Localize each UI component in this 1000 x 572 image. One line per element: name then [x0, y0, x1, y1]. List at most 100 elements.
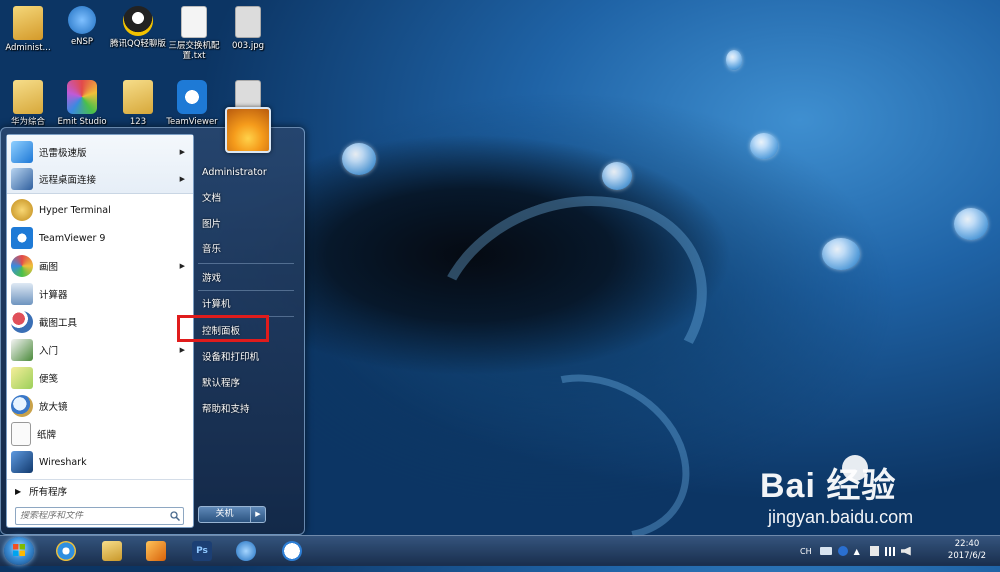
start-search-box[interactable]	[15, 507, 184, 525]
start-button[interactable]	[4, 537, 34, 565]
start-item-teamviewer[interactable]: TeamViewer 9	[7, 225, 193, 251]
desktop-icon-label: 华为综合	[10, 117, 45, 127]
text-file-icon	[181, 6, 207, 38]
teamviewer-icon	[177, 80, 207, 114]
start-item-label: 远程桌面连接	[39, 175, 97, 186]
water-drop	[822, 238, 860, 270]
taskbar-ensp-button[interactable]	[226, 538, 266, 564]
water-drop	[602, 162, 632, 190]
desktop-icon[interactable]: Administ...	[0, 6, 56, 53]
ensp-icon	[68, 6, 96, 34]
search-input[interactable]	[16, 511, 170, 521]
start-right-label: Administrator	[202, 166, 267, 178]
start-item-paint[interactable]: 画图 ▶	[7, 253, 193, 279]
clock-time: 22:40	[954, 539, 980, 549]
emit-studio-icon	[67, 80, 97, 114]
desktop-icon-label: Emit Studio	[57, 117, 107, 127]
start-item-magnifier[interactable]: 放大镜	[7, 393, 193, 419]
folder-icon	[13, 80, 43, 114]
calculator-icon	[11, 283, 33, 305]
taskbar-media-player-button[interactable]	[136, 538, 176, 564]
watermark-url: jingyan.baidu.com	[768, 507, 914, 527]
start-item-wireshark[interactable]: Wireshark	[7, 449, 193, 475]
action-center-flag-icon[interactable]	[869, 546, 879, 556]
internet-explorer-icon	[56, 541, 76, 561]
start-item-snipping-tool[interactable]: 截图工具	[7, 309, 193, 335]
start-item-thunder[interactable]: 迅雷极速版 ▶	[7, 139, 193, 165]
solitaire-icon	[11, 422, 31, 446]
hyper-terminal-icon	[11, 199, 33, 221]
start-right-music[interactable]: 音乐	[198, 237, 294, 259]
help-icon[interactable]	[837, 546, 848, 556]
start-item-label: 便笺	[39, 374, 59, 385]
photoshop-icon: Ps	[192, 541, 212, 561]
start-right-games[interactable]: 游戏	[198, 266, 294, 288]
desktop-icon[interactable]: Emit Studio	[54, 80, 110, 127]
submenu-arrow-icon: ▶	[179, 175, 185, 183]
taskbar-explorer-button[interactable]	[92, 538, 132, 564]
start-item-label: Hyper Terminal	[39, 204, 111, 216]
taskbar-photoshop-button[interactable]: Ps	[182, 538, 222, 564]
folder-icon	[123, 80, 153, 114]
start-right-devices-printers[interactable]: 设备和打印机	[198, 345, 294, 367]
start-right-computer[interactable]: 计算机	[198, 292, 294, 314]
water-drop	[954, 208, 988, 240]
taskbar-ie-button[interactable]	[46, 538, 86, 564]
start-item-sticky-notes[interactable]: 便笺	[7, 365, 193, 391]
start-item-solitaire[interactable]: 纸牌	[7, 421, 193, 447]
desktop-icon[interactable]: 003.jpg	[220, 6, 276, 51]
desktop-icon[interactable]: 123	[110, 80, 166, 127]
start-item-getting-started[interactable]: 入门 ▶	[7, 337, 193, 363]
submenu-arrow-icon: ▶	[179, 262, 185, 270]
start-right-label: 游戏	[202, 273, 222, 284]
start-item-calculator[interactable]: 计算器	[7, 281, 193, 307]
paint-icon	[11, 255, 33, 277]
start-item-remote-desktop[interactable]: 远程桌面连接 ▶	[7, 166, 193, 192]
start-item-label: 迅雷极速版	[39, 148, 87, 159]
volume-icon[interactable]	[900, 546, 911, 556]
shutdown-options-arrow-icon[interactable]: ▶	[251, 507, 265, 522]
desktop-icon-label: 腾讯QQ轻聊版	[110, 39, 166, 49]
taskbar-sogou-button[interactable]	[272, 538, 312, 564]
start-right-help-support[interactable]: 帮助和支持	[198, 397, 294, 419]
start-right-administrator[interactable]: Administrator	[198, 161, 294, 183]
shutdown-button[interactable]: 关机 ▶	[198, 506, 266, 523]
language-indicator[interactable]: CH	[800, 547, 812, 556]
start-right-label: 文档	[202, 193, 222, 204]
search-icon[interactable]	[170, 511, 181, 522]
submenu-arrow-icon: ▶	[179, 148, 185, 156]
start-item-label: 纸牌	[37, 430, 57, 441]
remote-desktop-icon	[11, 168, 33, 190]
menu-divider	[198, 263, 294, 264]
start-right-label: 默认程序	[202, 378, 241, 389]
user-avatar[interactable]	[225, 107, 271, 153]
system-clock[interactable]: 22:40 2017/6/2	[942, 538, 992, 562]
tray-expand-icon[interactable]: ▲	[854, 547, 860, 556]
start-right-label: 图片	[202, 219, 222, 230]
media-player-icon	[146, 541, 166, 561]
sticky-notes-icon	[11, 367, 33, 389]
desktop-icon[interactable]: 腾讯QQ轻聊版	[110, 6, 166, 49]
start-item-label: 计算器	[39, 290, 68, 301]
all-programs-button[interactable]: ▶ 所有程序	[7, 479, 193, 502]
getting-started-icon	[11, 339, 33, 361]
desktop-icon[interactable]: TeamViewer	[164, 80, 220, 127]
desktop-icon[interactable]: 三层交换机配置.txt	[166, 6, 222, 61]
water-drop	[726, 50, 742, 70]
desktop-icon-label: 123	[129, 117, 147, 127]
start-right-default-programs[interactable]: 默认程序	[198, 371, 294, 393]
start-item-label: TeamViewer 9	[39, 232, 106, 244]
start-right-label: 计算机	[202, 299, 231, 310]
start-right-documents[interactable]: 文档	[198, 186, 294, 208]
start-item-hyper-terminal[interactable]: Hyper Terminal	[7, 197, 193, 223]
start-right-pictures[interactable]: 图片	[198, 212, 294, 234]
shutdown-label: 关机	[199, 507, 251, 522]
magnifier-icon	[11, 395, 33, 417]
start-item-label: 截图工具	[39, 318, 78, 329]
start-item-label: 放大镜	[39, 402, 68, 413]
desktop-icon[interactable]: eNSP	[54, 6, 110, 47]
network-icon[interactable]	[884, 546, 895, 556]
desktop-icon[interactable]: 华为综合	[0, 80, 56, 127]
user-folder-icon	[13, 6, 43, 40]
keyboard-icon[interactable]	[819, 547, 832, 555]
